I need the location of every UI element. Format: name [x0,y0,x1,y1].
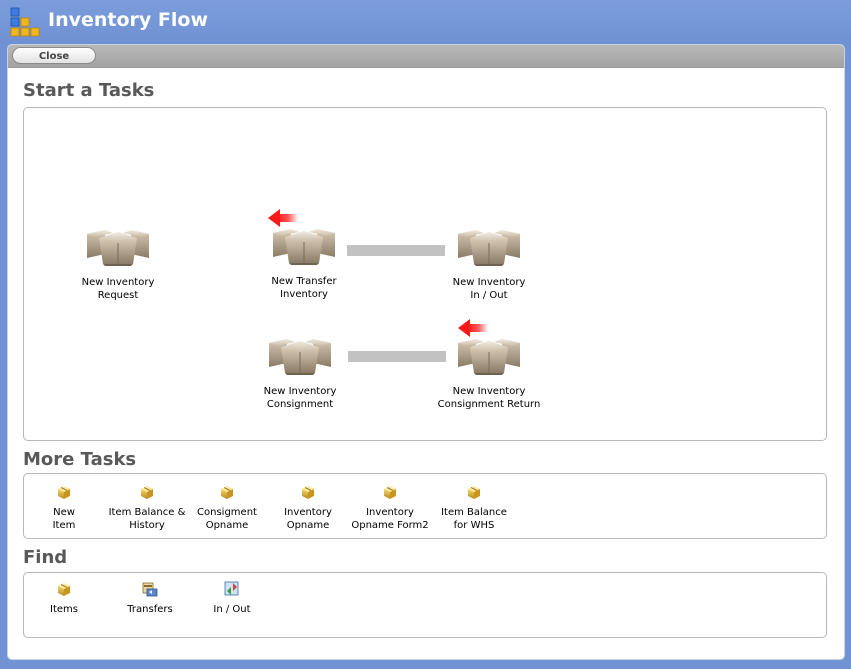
more-task-item-balance-whs[interactable]: Item Balance for WHS [436,484,512,532]
crates-icon [454,224,524,266]
box-icon [300,484,316,500]
more-task-consigment-opname[interactable]: Consigment Opname [194,484,260,532]
find-items[interactable]: Items [40,581,88,616]
start-tasks-title: Start a Tasks [23,80,155,101]
task-label: New Inventory Consignment [263,386,337,410]
find-label: Items [50,604,78,615]
more-task-label: Item Balance for WHS [441,507,507,531]
more-task-label: Inventory Opname Form2 [351,507,429,531]
more-task-label: Inventory Opname [284,507,332,531]
box-icon [466,484,482,500]
more-tasks-title: More Tasks [23,449,137,470]
box-icon [139,484,155,500]
task-new-inventory-consignment-return[interactable]: New Inventory Consignment Return [429,333,549,411]
in-out-icon [224,581,239,596]
find-label: Transfers [127,604,173,615]
task-new-inventory-consignment[interactable]: New Inventory Consignment [250,333,350,411]
task-label: New Inventory In / Out [452,277,526,301]
find-label: In / Out [213,604,251,615]
find-in-out[interactable]: In / Out [204,581,260,616]
find-transfers[interactable]: Transfers [120,581,180,616]
more-task-inventory-opname-form2[interactable]: Inventory Opname Form2 [348,484,432,532]
task-new-inventory-request[interactable]: New Inventory Request [68,224,168,302]
find-box: Items Transfers In / Out [23,572,827,638]
more-task-label: Consigment Opname [197,507,257,531]
task-label: New Transfer Inventory [271,276,337,300]
crates-icon [454,333,524,375]
flow-connector-transfer-inout [347,245,445,256]
transfer-icon [142,582,158,597]
box-icon [382,484,398,500]
close-button[interactable]: Close [12,47,96,64]
inventory-blocks-icon [10,7,40,37]
box-icon [56,484,72,500]
box-icon [219,484,235,500]
more-task-item-balance-history[interactable]: Item Balance & History [104,484,190,532]
more-task-label: New Item [52,507,76,531]
more-task-label: Item Balance & History [108,507,186,531]
task-new-inventory-in-out[interactable]: New Inventory In / Out [439,224,539,302]
more-task-new-item[interactable]: New Item [34,484,94,532]
more-tasks-box: New Item Item Balance & History Consigme… [23,473,827,539]
title-bar: Inventory Flow [0,0,851,44]
task-label: New Inventory Consignment Return [437,386,541,410]
box-icon [56,581,72,597]
main-panel: Close Start a Tasks New Inventory Reques… [7,44,845,660]
more-task-inventory-opname[interactable]: Inventory Opname [275,484,341,532]
crates-icon [269,223,339,265]
crates-icon [83,224,153,266]
start-tasks-box: New Inventory Request New Transfer Inven… [23,107,827,441]
task-new-transfer-inventory[interactable]: New Transfer Inventory [254,223,354,301]
toolbar: Close [8,45,844,68]
window-title: Inventory Flow [48,9,208,31]
find-title: Find [23,547,68,568]
crates-icon [265,333,335,375]
task-label: New Inventory Request [81,277,155,301]
